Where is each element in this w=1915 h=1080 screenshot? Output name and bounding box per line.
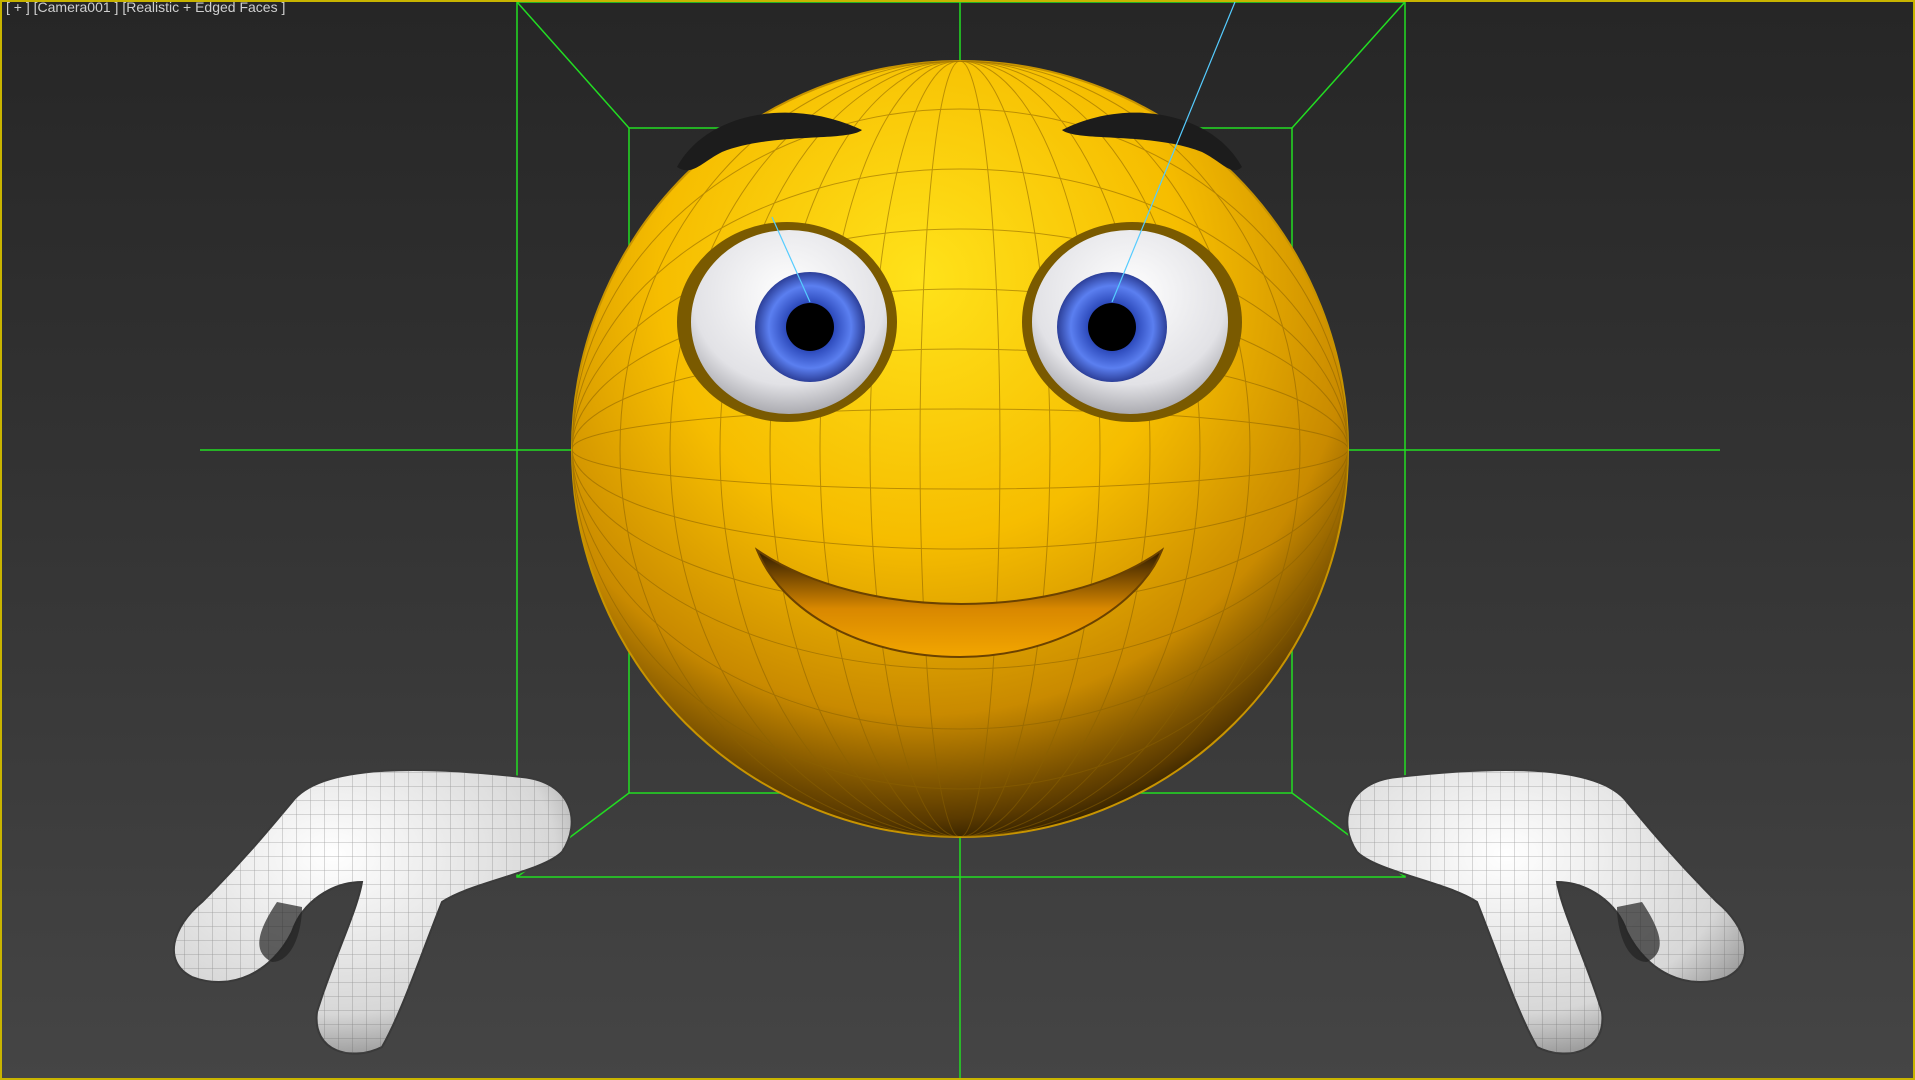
right-hand[interactable]: [1346, 768, 1746, 1055]
camera-viewport[interactable]: [ + ] [Camera001 ] [Realistic + Edged Fa…: [0, 0, 1915, 1080]
viewport-scene[interactable]: [2, 2, 1915, 1080]
smiley-head[interactable]: [571, 60, 1349, 838]
viewport-label: [ + ] [Camera001 ] [Realistic + Edged Fa…: [6, 2, 285, 15]
viewport-menu-plus[interactable]: [ + ]: [6, 2, 30, 15]
viewport-camera-menu[interactable]: [Camera001 ]: [34, 2, 119, 15]
left-hand[interactable]: [173, 768, 573, 1055]
viewport-shading-menu[interactable]: [Realistic + Edged Faces ]: [122, 2, 285, 15]
